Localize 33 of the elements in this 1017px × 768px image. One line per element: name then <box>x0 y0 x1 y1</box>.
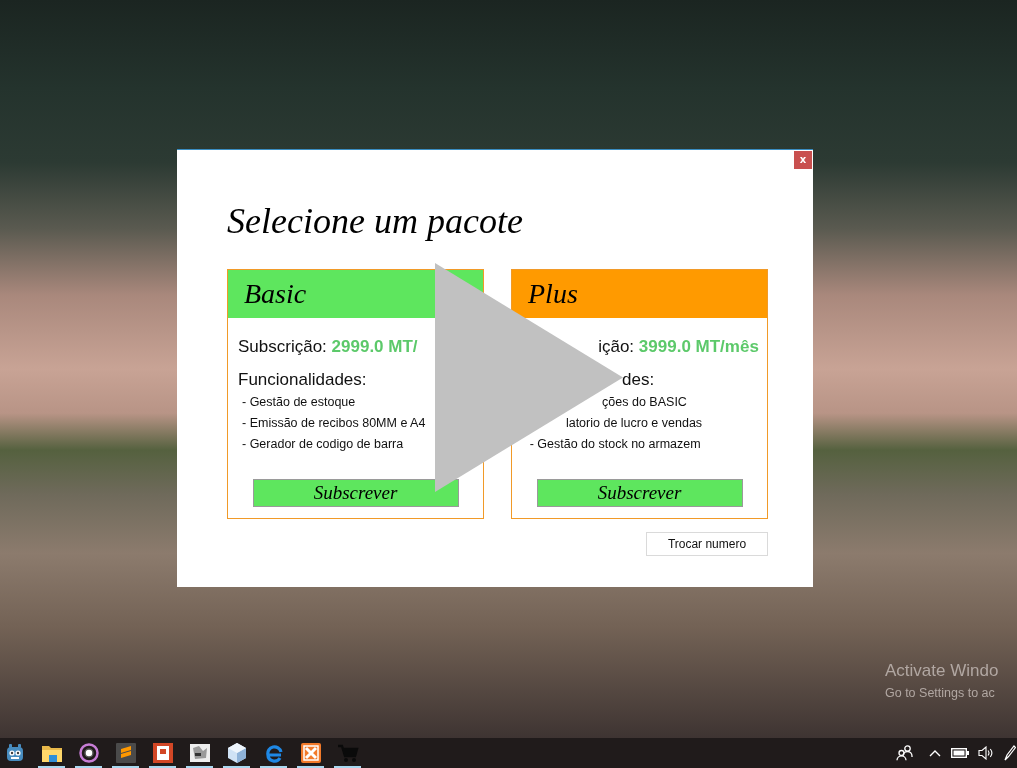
subscription-label: Subscrição: <box>238 337 327 356</box>
people-icon[interactable] <box>896 745 914 761</box>
robot-icon[interactable] <box>4 742 26 764</box>
stripes-tile-icon[interactable] <box>115 742 137 764</box>
subscribe-button[interactable]: Subscrever <box>252 479 459 507</box>
feature-item: - Gestão do stock no armazem <box>529 437 701 451</box>
speaker-icon[interactable] <box>978 746 994 760</box>
activation-notice-title: Activate Windo <box>885 660 999 681</box>
activation-notice-text: Go to Settings to ac <box>885 685 995 702</box>
image-icon[interactable] <box>189 742 211 764</box>
features-heading: Funcionalidades: <box>238 370 367 389</box>
subscription-label: ição: <box>598 337 635 356</box>
browser-icon[interactable] <box>263 742 285 764</box>
battery-icon[interactable] <box>951 748 969 758</box>
slide-tile-icon[interactable] <box>152 742 174 764</box>
pen-icon[interactable] <box>1004 745 1016 761</box>
feature-item: latorio de lucro e vendas <box>565 416 703 430</box>
dialog-title: Selecione um pacote <box>227 200 524 243</box>
cube-icon[interactable] <box>226 742 248 764</box>
cross-tile-icon[interactable] <box>300 742 322 764</box>
features-heading: des: <box>622 370 655 389</box>
disc-icon[interactable] <box>78 742 100 764</box>
chevron-up-icon[interactable] <box>929 749 941 757</box>
feature-item: - Emissão de recibos 80MM e A4 <box>242 416 426 430</box>
change-number-button[interactable]: Trocar numero <box>646 532 768 556</box>
plan-header: Plus <box>512 270 767 318</box>
price-text: 3999.0 MT/mês <box>638 337 759 356</box>
price-text: 2999.0 MT/ <box>331 337 418 356</box>
close-button[interactable]: x <box>794 151 812 169</box>
feature-item: - Gerador de codigo de barra <box>242 437 404 451</box>
feature-item: ções do BASIC <box>602 395 687 409</box>
subscribe-button[interactable]: Subscrever <box>536 479 743 507</box>
feature-item: - Gestão de estoque <box>242 395 356 409</box>
